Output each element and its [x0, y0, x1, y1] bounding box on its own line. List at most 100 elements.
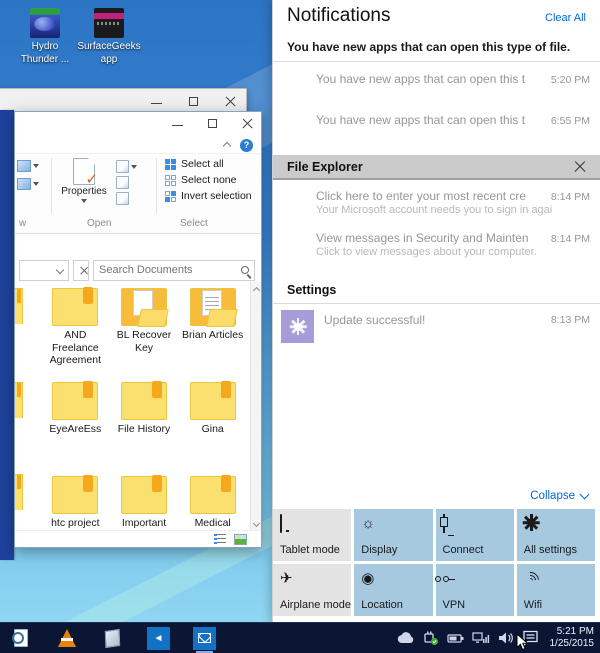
chevron-down-icon [580, 490, 590, 500]
group-label-open: Open [87, 218, 111, 229]
app-tile-icon: ◄ [147, 627, 170, 650]
folder-item[interactable]: Brian Articles [178, 286, 247, 370]
notification-item[interactable]: You have new apps that can open this t 5… [273, 72, 600, 86]
onedrive-cloud-icon[interactable] [397, 629, 415, 647]
panel-title: Notifications [287, 5, 391, 27]
history-button[interactable] [116, 192, 137, 205]
folder-icon [52, 288, 98, 326]
large-icons-view-icon[interactable] [234, 534, 247, 545]
close-icon[interactable] [242, 118, 253, 129]
notification-item[interactable]: View messages in Security and Mainten 8:… [273, 231, 600, 245]
group-label-select: Select [180, 218, 208, 229]
folder-item[interactable]: BL Recover Key [110, 286, 179, 370]
close-icon[interactable] [574, 161, 586, 173]
notification-time: 8:14 PM [545, 233, 590, 245]
taskbar-mail-button[interactable] [193, 626, 216, 650]
background-window-edge [0, 110, 14, 560]
maximize-icon[interactable] [188, 96, 199, 107]
folder-item[interactable]: Gina [178, 380, 247, 464]
taskbar-vlc-button[interactable] [55, 626, 78, 650]
airplane-icon: ✈ [280, 570, 298, 588]
brightness-icon: ☼ [361, 515, 379, 533]
search-box[interactable] [93, 260, 255, 281]
folder-item[interactable]: EyeAreEss [41, 380, 110, 464]
mail-icon [193, 627, 216, 650]
edit-icon [116, 176, 129, 189]
easy-access-button[interactable] [17, 160, 49, 172]
clear-all-button[interactable]: Clear All [545, 12, 586, 24]
desktop-icon-surfacegeeks[interactable]: SurfaceGeeks app [76, 8, 142, 66]
notification-headline: You have new apps that can open this typ… [273, 27, 600, 54]
quick-action-tablet-mode[interactable]: Tablet mode [273, 509, 351, 561]
new-item-icon [17, 178, 31, 190]
address-bar[interactable] [19, 260, 69, 281]
explorer-status-bar [15, 530, 261, 547]
quick-action-all-settings[interactable]: All settings [517, 509, 595, 561]
notification-time: 8:14 PM [545, 191, 590, 203]
volume-icon[interactable] [497, 629, 515, 647]
action-center-icon[interactable] [522, 629, 540, 647]
dropdown-arrow-icon [33, 164, 39, 168]
search-input[interactable] [99, 264, 241, 276]
new-item-button[interactable] [17, 178, 49, 190]
ribbon-group-select: Select all Select none Invert selection [157, 154, 261, 218]
cancel-navigation-button[interactable] [73, 260, 89, 281]
desktop-icon-label: Hydro Thunder ... [12, 41, 78, 66]
scroll-up-icon[interactable] [253, 285, 260, 292]
edit-button[interactable] [116, 176, 137, 189]
select-all-button[interactable]: Select all [165, 158, 261, 170]
folder-icon [52, 382, 98, 420]
taskbar-search-document-button[interactable] [9, 626, 32, 650]
quick-action-wifi[interactable]: Wifi [517, 564, 595, 616]
quick-action-location[interactable]: ◉ Location [354, 564, 432, 616]
taskbar-app-button[interactable]: ◄ [147, 626, 170, 650]
notification-item[interactable]: Update successful! 8:13 PM [273, 304, 600, 343]
partial-folder-icon [15, 474, 23, 510]
gear-icon [524, 515, 542, 533]
collapse-ribbon-icon[interactable] [223, 141, 231, 149]
explorer-titlebar[interactable] [15, 112, 261, 135]
quick-action-airplane-mode[interactable]: ✈ Airplane mode [273, 564, 351, 616]
surfacegeeks-app-icon [94, 8, 124, 38]
minimize-icon[interactable] [172, 118, 183, 129]
folder-item[interactable]: Medical [178, 474, 247, 530]
notification-subtitle: Click to view messages about your comput… [273, 245, 600, 258]
minimize-icon[interactable] [151, 96, 162, 107]
select-none-button[interactable]: Select none [165, 174, 261, 186]
folder-item[interactable]: htc project agreement [41, 474, 110, 530]
vertical-scrollbar[interactable] [250, 282, 261, 530]
invert-selection-icon [165, 191, 176, 202]
properties-button[interactable]: ✓ Properties [58, 158, 110, 218]
folder-item[interactable]: File History [110, 380, 179, 464]
dropdown-arrow-icon [131, 165, 137, 169]
network-icon[interactable] [472, 629, 490, 647]
help-icon[interactable]: ? [240, 139, 253, 152]
scroll-down-icon[interactable] [253, 520, 260, 527]
notification-item[interactable]: You have new apps that can open this t 6… [273, 113, 600, 127]
folder-open-icon [121, 288, 167, 326]
select-all-icon [165, 159, 176, 170]
notification-time: 6:55 PM [545, 115, 590, 127]
taskbar-clock[interactable]: 5:21 PM 1/25/2015 [547, 626, 595, 651]
maximize-icon[interactable] [207, 118, 218, 129]
quick-action-connect[interactable]: Connect [436, 509, 514, 561]
open-button[interactable] [116, 160, 137, 173]
collapse-button[interactable]: Collapse [530, 490, 588, 502]
folder-item[interactable]: Important Keys!!! [110, 474, 179, 530]
taskbar-notepad-button[interactable] [101, 626, 124, 650]
usb-device-icon[interactable] [422, 629, 440, 647]
folder-item[interactable]: AND Freelance Agreement [41, 286, 110, 370]
notification-subtitle: Your Microsoft account needs you to sign… [273, 203, 600, 216]
invert-selection-button[interactable]: Invert selection [165, 190, 261, 202]
quick-action-vpn[interactable]: VPN [436, 564, 514, 616]
close-icon[interactable] [225, 96, 236, 107]
quick-action-display[interactable]: ☼ Display [354, 509, 432, 561]
file-explorer-window: ? ✓ Properties [14, 111, 262, 548]
desktop-icon-hydro-thunder[interactable]: Hydro Thunder ... [12, 8, 78, 66]
notification-item[interactable]: Click here to enter your most recent cre… [273, 189, 600, 203]
dropdown-arrow-icon [81, 199, 87, 203]
battery-icon[interactable] [447, 629, 465, 647]
properties-label: Properties [58, 186, 110, 197]
windows-desktop-screen: Hydro Thunder ... SurfaceGeeks app ? [0, 0, 600, 653]
details-view-icon[interactable] [214, 534, 226, 545]
